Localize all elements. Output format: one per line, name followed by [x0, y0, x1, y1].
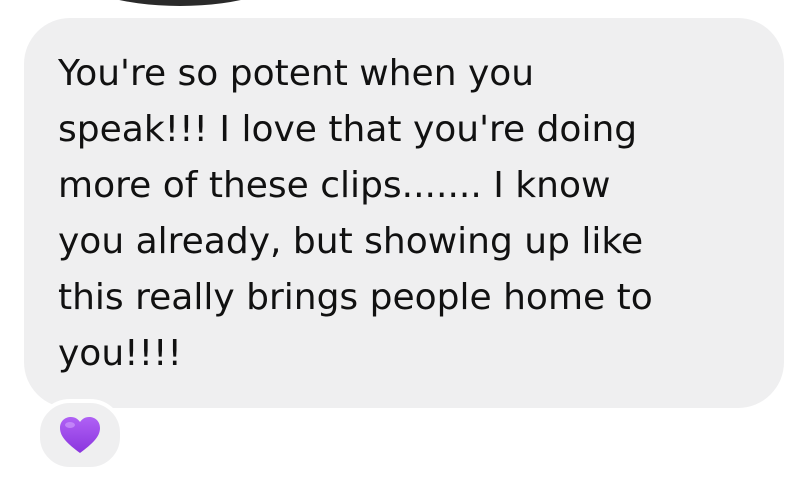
reaction-badge[interactable] [36, 399, 124, 471]
message-bubble[interactable]: You're so potent when you speak!!! I lov… [24, 18, 784, 408]
avatar[interactable] [70, 0, 290, 6]
message-text: You're so potent when you speak!!! I lov… [58, 53, 653, 374]
purple-heart-icon [58, 415, 102, 455]
